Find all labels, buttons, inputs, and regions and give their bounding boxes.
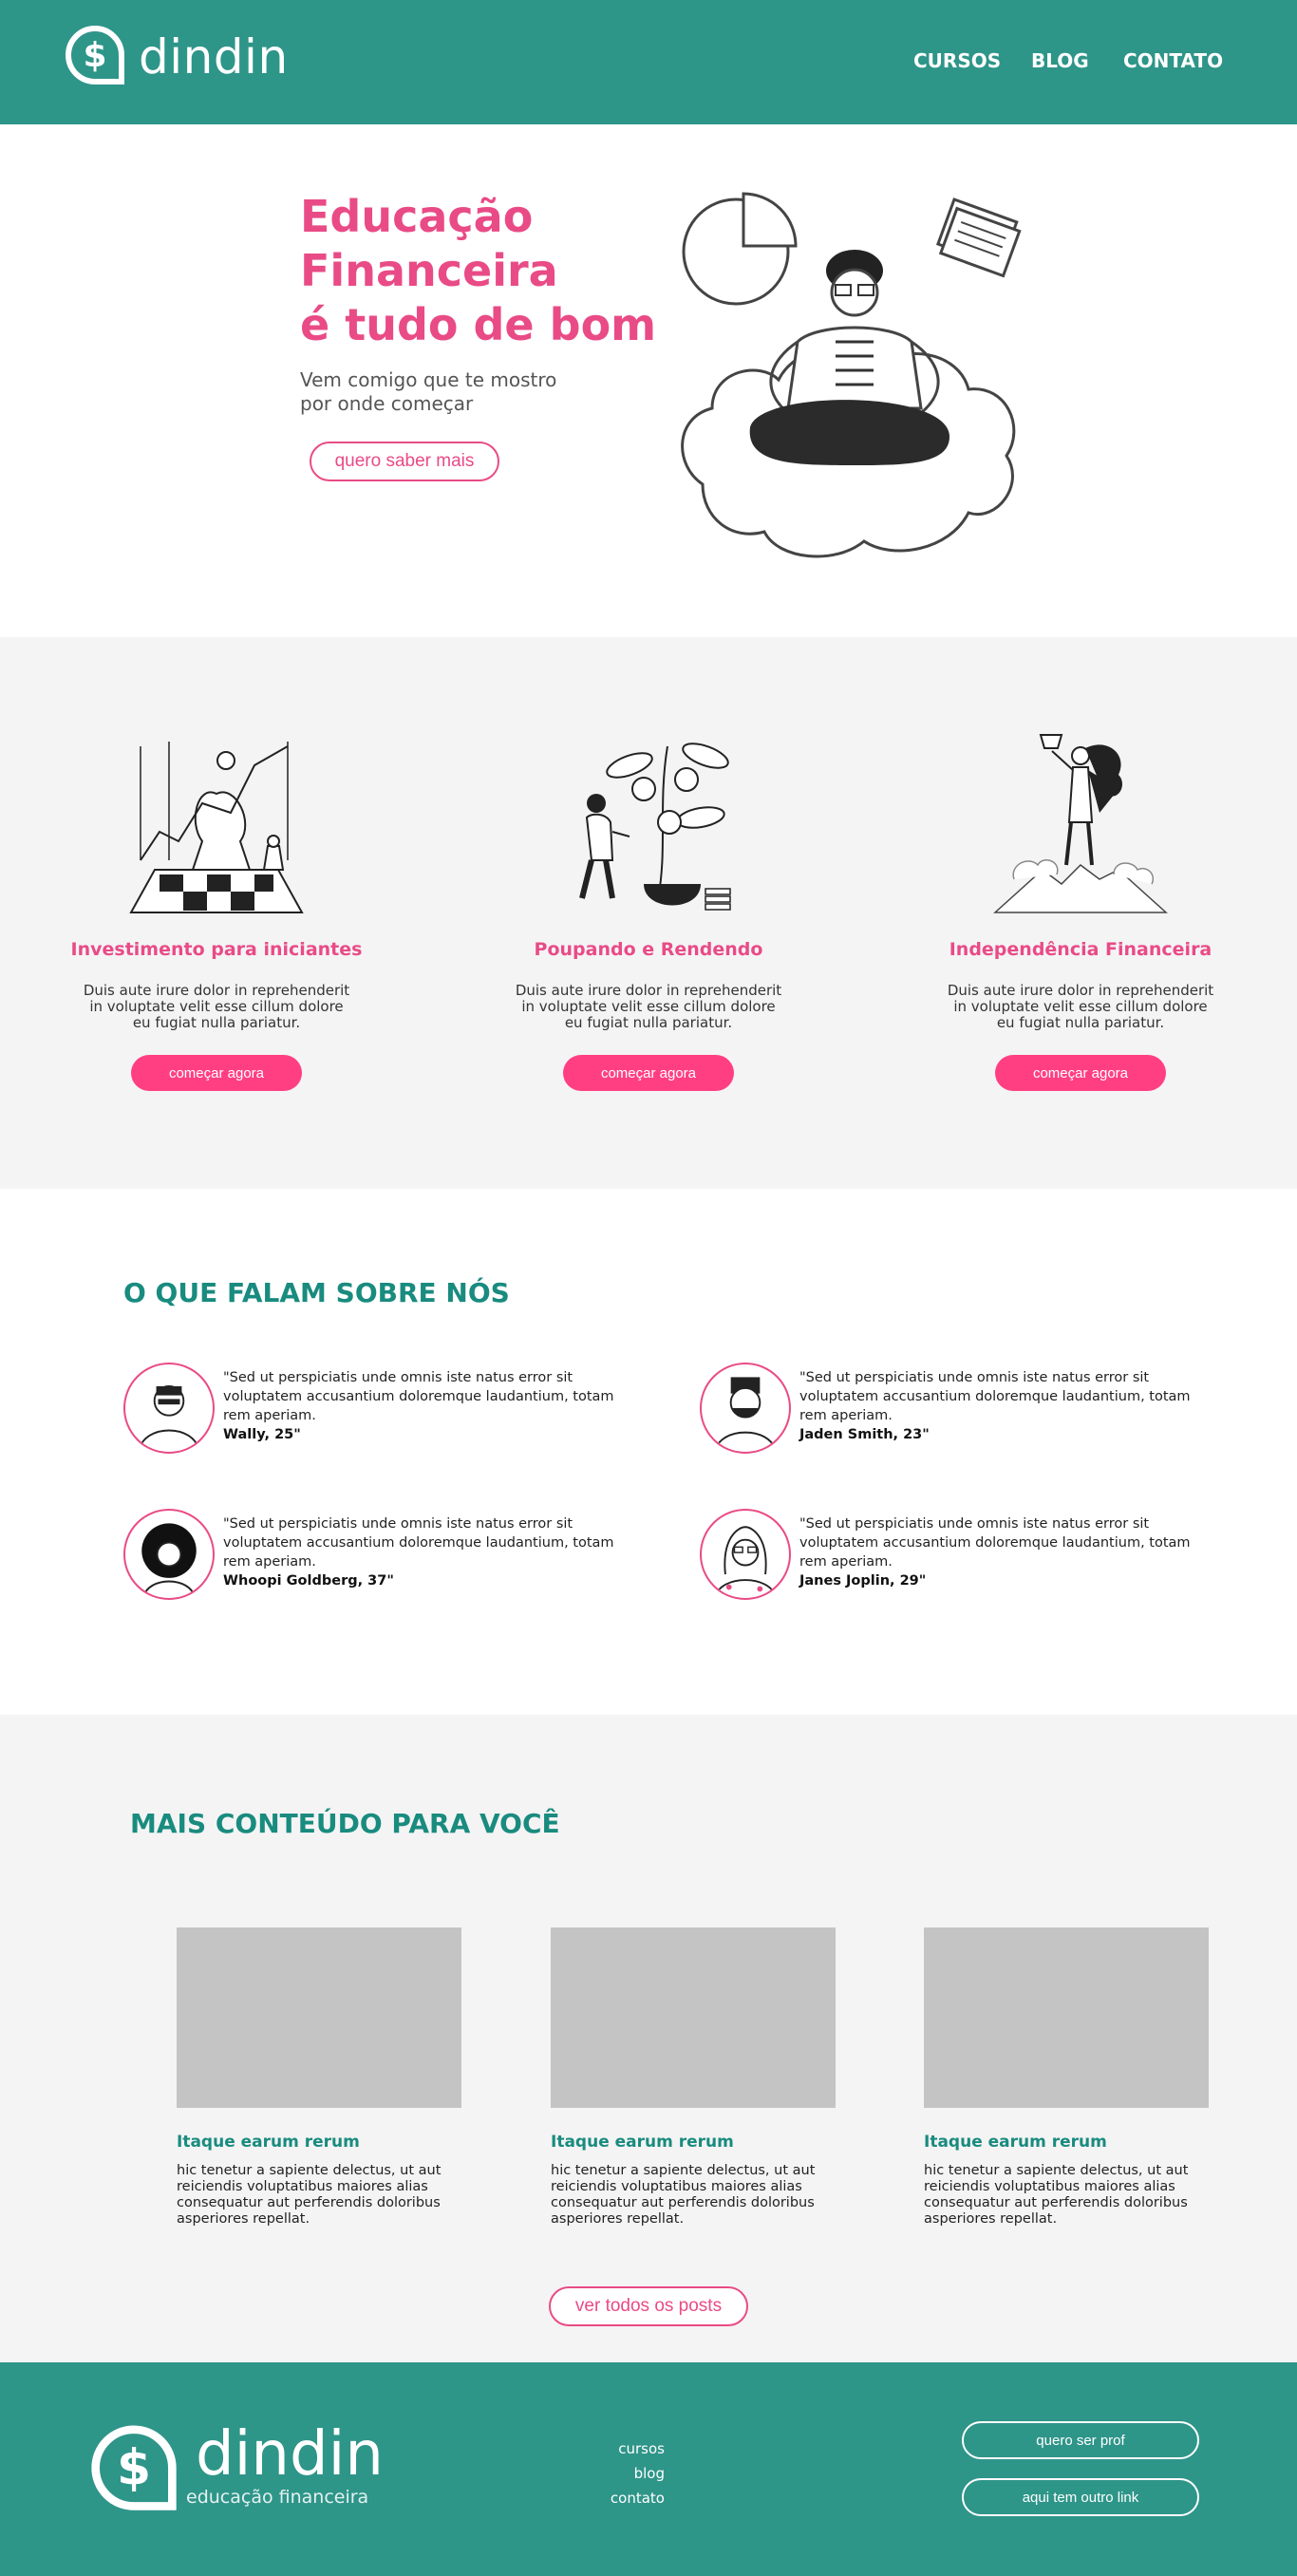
footer-tagline: educação financeira bbox=[186, 2487, 369, 2508]
feature-description: Duis aute irure dolor in reprehenderit i… bbox=[947, 982, 1214, 1031]
testimonial-card: "Sed ut perspiciatis unde omnis iste nat… bbox=[700, 1509, 1194, 1604]
testimonial-author: Whoopi Goldberg, 37" bbox=[223, 1573, 394, 1589]
post-title[interactable]: Itaque earum rerum bbox=[551, 2133, 836, 2152]
avatar bbox=[700, 1509, 791, 1600]
site-footer: $ dindin educação financeira cursos blog… bbox=[0, 2362, 1297, 2576]
hero-subtitle: Vem comigo que te mostro por onde começa… bbox=[300, 368, 585, 416]
svg-text:$: $ bbox=[83, 36, 106, 75]
avatar bbox=[123, 1509, 215, 1600]
post-excerpt: hic tenetur a sapiente delectus, ut aut … bbox=[924, 2163, 1189, 2227]
hero-title-line: Financeira bbox=[300, 245, 558, 296]
hero-cta-button[interactable]: quero saber mais bbox=[310, 442, 499, 481]
testimonial-author: Jaden Smith, 23" bbox=[799, 1427, 930, 1442]
post-title[interactable]: Itaque earum rerum bbox=[924, 2133, 1209, 2152]
footer-logo[interactable]: $ dindin educação financeira bbox=[89, 2424, 384, 2517]
posts-title: MAIS CONTEÚDO PARA VOCÊ bbox=[130, 1808, 560, 1839]
footer-logo-text: dindin bbox=[196, 2419, 384, 2490]
nav-contato[interactable]: CONTATO bbox=[1123, 49, 1223, 72]
header-logo[interactable]: $ dindin bbox=[65, 25, 289, 89]
other-link-button[interactable]: aqui tem outro link bbox=[962, 2478, 1199, 2516]
dollar-logo-icon: $ bbox=[91, 2425, 177, 2510]
hero-title: Educação Financeira é tudo de bom bbox=[300, 190, 656, 352]
site-header: $ dindin CURSOS BLOG CONTATO bbox=[0, 0, 1297, 124]
feature-description: Duis aute irure dolor in reprehenderit i… bbox=[515, 982, 782, 1031]
money-plant-illustration bbox=[579, 743, 731, 911]
post-card[interactable]: Itaque earum rerum hic tenetur a sapient… bbox=[177, 1927, 461, 2228]
feature-description: Duis aute irure dolor in reprehenderit i… bbox=[83, 982, 350, 1031]
logo-text: dindin bbox=[139, 29, 289, 85]
testimonial-quote: "Sed ut perspiciatis unde omnis iste nat… bbox=[223, 1370, 614, 1423]
feature-start-button[interactable]: começar agora bbox=[131, 1055, 302, 1091]
posts-section: MAIS CONTEÚDO PARA VOCÊ Itaque earum rer… bbox=[0, 1715, 1297, 2362]
testimonial-card: "Sed ut perspiciatis unde omnis iste nat… bbox=[123, 1363, 617, 1457]
testimonial-quote: "Sed ut perspiciatis unde omnis iste nat… bbox=[799, 1370, 1191, 1423]
meditating-person-illustration bbox=[681, 192, 1022, 558]
dollar-logo-icon: $ bbox=[66, 25, 124, 85]
footer-nav: cursos blog contato bbox=[570, 2436, 665, 2510]
testimonial-quote: "Sed ut perspiciatis unde omnis iste nat… bbox=[223, 1516, 614, 1570]
hero-title-line: é tudo de bom bbox=[300, 299, 657, 350]
see-all-posts-button[interactable]: ver todos os posts bbox=[549, 2286, 748, 2326]
post-image-placeholder[interactable] bbox=[924, 1927, 1209, 2108]
post-title[interactable]: Itaque earum rerum bbox=[177, 2133, 461, 2152]
chess-unicorn-illustration bbox=[129, 742, 304, 913]
avatar bbox=[123, 1363, 215, 1454]
hero-title-line: Educação bbox=[300, 191, 534, 242]
post-image-placeholder[interactable] bbox=[551, 1927, 836, 2108]
hero-subtitle-line: Vem comigo que te mostro bbox=[300, 368, 557, 391]
testimonial-author: Wally, 25" bbox=[223, 1427, 301, 1442]
footer-logo-text-group: dindin educação financeira bbox=[179, 2424, 384, 2508]
testimonial-author: Janes Joplin, 29" bbox=[799, 1573, 927, 1589]
trophy-mountain-illustration bbox=[993, 734, 1168, 913]
feature-start-button[interactable]: começar agora bbox=[995, 1055, 1166, 1091]
footer-link-cursos[interactable]: cursos bbox=[570, 2436, 665, 2461]
feature-title: Independência Financeira bbox=[949, 939, 1212, 960]
post-excerpt: hic tenetur a sapiente delectus, ut aut … bbox=[551, 2163, 816, 2227]
feature-start-button[interactable]: começar agora bbox=[563, 1055, 734, 1091]
footer-link-contato[interactable]: contato bbox=[570, 2486, 665, 2510]
features-section: Investimento para iniciantes Duis aute i… bbox=[0, 637, 1297, 1189]
testimonial-quote: "Sed ut perspiciatis unde omnis iste nat… bbox=[799, 1516, 1191, 1570]
testimonial-card: "Sed ut perspiciatis unde omnis iste nat… bbox=[700, 1363, 1194, 1457]
avatar bbox=[700, 1363, 791, 1454]
feature-title: Poupando e Rendendo bbox=[534, 939, 763, 960]
svg-text:$: $ bbox=[117, 2439, 151, 2496]
nav-cursos[interactable]: CURSOS bbox=[913, 49, 1001, 72]
testimonial-card: "Sed ut perspiciatis unde omnis iste nat… bbox=[123, 1509, 617, 1604]
post-excerpt: hic tenetur a sapiente delectus, ut aut … bbox=[177, 2163, 442, 2227]
teacher-signup-button[interactable]: quero ser prof bbox=[962, 2421, 1199, 2459]
nav-blog[interactable]: BLOG bbox=[1031, 49, 1089, 72]
post-card[interactable]: Itaque earum rerum hic tenetur a sapient… bbox=[924, 1927, 1209, 2228]
hero-subtitle-line: por onde começar bbox=[300, 392, 474, 415]
post-image-placeholder[interactable] bbox=[177, 1927, 461, 2108]
feature-title: Investimento para iniciantes bbox=[70, 939, 363, 960]
post-card[interactable]: Itaque earum rerum hic tenetur a sapient… bbox=[551, 1927, 836, 2228]
testimonials-title: O QUE FALAM SOBRE NÓS bbox=[123, 1277, 510, 1308]
footer-link-blog[interactable]: blog bbox=[570, 2461, 665, 2486]
